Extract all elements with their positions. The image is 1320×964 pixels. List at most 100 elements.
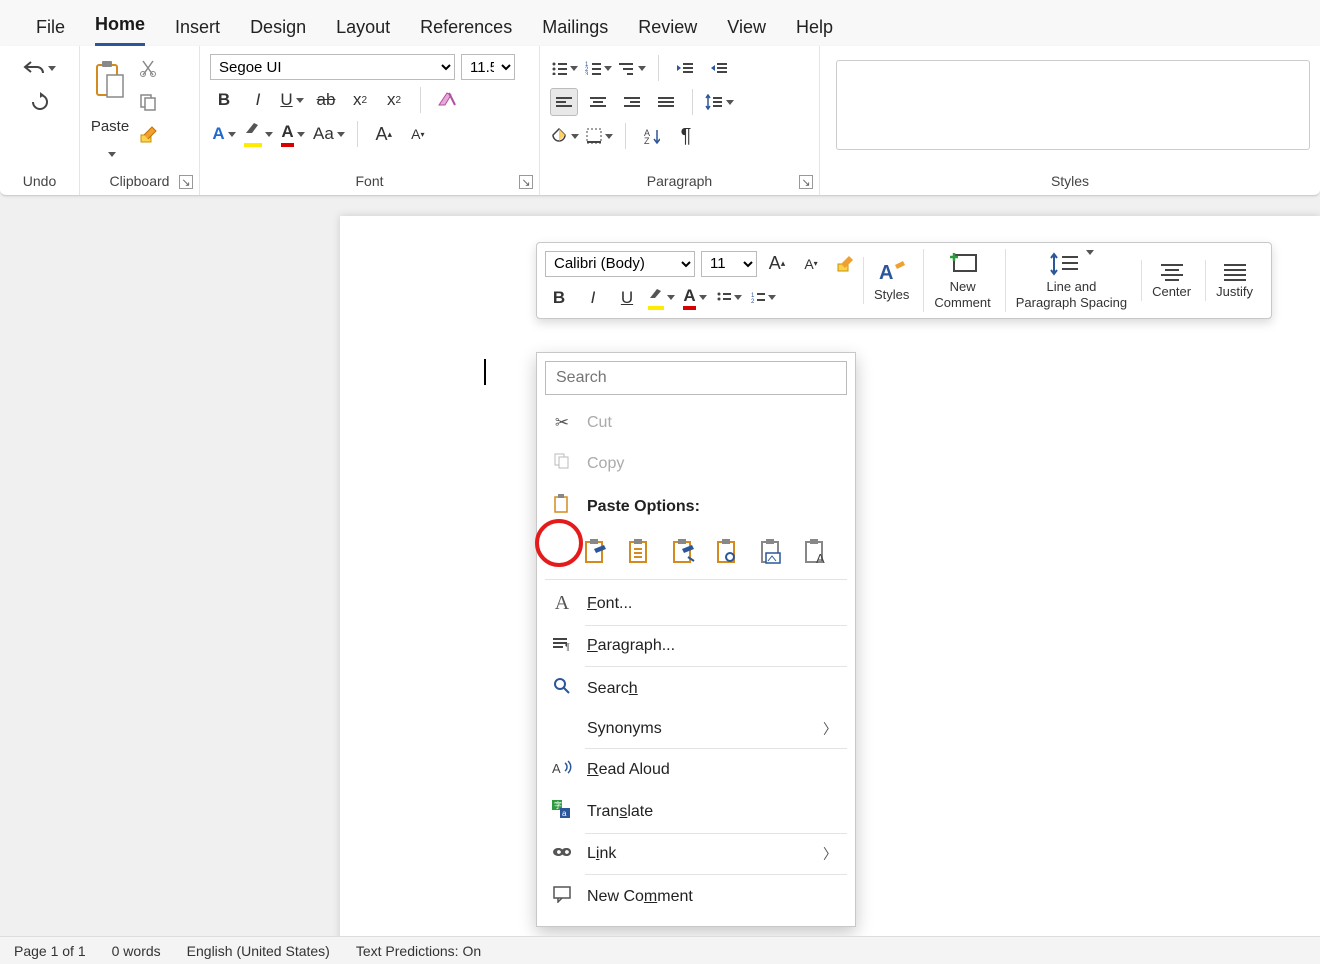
strikethrough-button[interactable]: ab bbox=[312, 86, 340, 114]
tab-mailings[interactable]: Mailings bbox=[542, 17, 608, 46]
line-spacing-button[interactable] bbox=[705, 88, 734, 116]
status-predictions[interactable]: Text Predictions: On bbox=[356, 943, 481, 959]
mini-font-name[interactable]: Calibri (Body) bbox=[545, 251, 695, 277]
mini-shrink-font[interactable]: A▾ bbox=[797, 250, 825, 278]
paste-keep-source-formatting[interactable] bbox=[581, 537, 611, 567]
mini-styles[interactable]: A Styles bbox=[863, 257, 919, 305]
borders-button[interactable] bbox=[585, 122, 613, 150]
ctx-copy: Copy bbox=[545, 443, 847, 484]
paste-dropdown[interactable] bbox=[102, 146, 118, 162]
format-painter-button[interactable] bbox=[134, 122, 162, 150]
search-icon bbox=[551, 677, 573, 700]
group-undo: Undo bbox=[0, 46, 80, 195]
mini-line-spacing[interactable]: Line and Paragraph Spacing bbox=[1005, 249, 1137, 312]
ctx-synonyms[interactable]: Synonyms 〉 bbox=[545, 710, 847, 748]
clipboard-dialog-launcher[interactable]: ↘ bbox=[179, 175, 193, 189]
mini-bullets[interactable] bbox=[715, 284, 743, 312]
svg-text:A: A bbox=[816, 551, 825, 565]
mini-numbering[interactable]: 12 bbox=[749, 284, 777, 312]
tab-review[interactable]: Review bbox=[638, 17, 697, 46]
italic-button[interactable]: I bbox=[244, 86, 272, 114]
text-effects-button[interactable]: A bbox=[210, 120, 238, 148]
paste-button[interactable] bbox=[90, 54, 130, 106]
group-clipboard: Paste Clipboard ↘ bbox=[80, 46, 200, 195]
ctx-font[interactable]: A Font... bbox=[545, 582, 847, 625]
paste-merge-formatting[interactable] bbox=[625, 537, 655, 567]
context-search-input[interactable] bbox=[545, 361, 847, 395]
font-size-select[interactable]: 11.5 bbox=[461, 54, 515, 80]
group-label-paragraph: Paragraph bbox=[550, 169, 809, 191]
tab-insert[interactable]: Insert bbox=[175, 17, 220, 46]
mini-format-painter[interactable] bbox=[831, 250, 859, 278]
decrease-indent-button[interactable] bbox=[671, 54, 699, 82]
status-bar: Page 1 of 1 0 words English (United Stat… bbox=[0, 936, 1320, 964]
styles-gallery[interactable] bbox=[836, 60, 1310, 150]
sort-button[interactable]: AZ bbox=[638, 122, 666, 150]
ctx-paragraph[interactable]: ¶ Paragraph... bbox=[545, 626, 847, 666]
svg-text:A: A bbox=[879, 262, 893, 284]
align-center-button[interactable] bbox=[584, 88, 612, 116]
undo-button[interactable] bbox=[23, 54, 56, 82]
align-right-button[interactable] bbox=[618, 88, 646, 116]
paste-label[interactable]: Paste bbox=[91, 112, 129, 140]
ctx-translate[interactable]: 字a Translate bbox=[545, 790, 847, 833]
ctx-new-comment[interactable]: New Comment bbox=[545, 875, 847, 918]
tab-references[interactable]: References bbox=[420, 17, 512, 46]
tab-help[interactable]: Help bbox=[796, 17, 833, 46]
mini-font-color[interactable]: A bbox=[681, 284, 709, 312]
increase-indent-button[interactable] bbox=[705, 54, 733, 82]
tab-home[interactable]: Home bbox=[95, 14, 145, 46]
mini-grow-font[interactable]: A▴ bbox=[763, 250, 791, 278]
mini-justify[interactable]: Justify bbox=[1205, 260, 1263, 302]
svg-text:2: 2 bbox=[751, 299, 755, 304]
tab-design[interactable]: Design bbox=[250, 17, 306, 46]
ctx-link[interactable]: Link 〉 bbox=[545, 834, 847, 874]
mini-new-comment[interactable]: New Comment bbox=[923, 249, 1000, 312]
cut-button[interactable] bbox=[134, 54, 162, 82]
repeat-button[interactable] bbox=[26, 88, 54, 116]
multilevel-list-button[interactable] bbox=[618, 54, 646, 82]
paste-as-picture[interactable] bbox=[757, 537, 787, 567]
mini-bold[interactable]: B bbox=[545, 284, 573, 312]
tab-view[interactable]: View bbox=[727, 17, 766, 46]
status-words[interactable]: 0 words bbox=[112, 943, 161, 959]
superscript-button[interactable]: x2 bbox=[380, 86, 408, 114]
svg-text:Z: Z bbox=[644, 136, 650, 144]
ctx-search[interactable]: Search bbox=[545, 667, 847, 710]
bold-button[interactable]: B bbox=[210, 86, 238, 114]
numbering-button[interactable]: 123 bbox=[584, 54, 612, 82]
translate-icon: 字a bbox=[551, 800, 573, 823]
font-dialog-launcher[interactable]: ↘ bbox=[519, 175, 533, 189]
shading-button[interactable] bbox=[550, 122, 579, 150]
bullets-button[interactable] bbox=[550, 54, 578, 82]
status-page[interactable]: Page 1 of 1 bbox=[14, 943, 86, 959]
paste-link-option[interactable] bbox=[713, 537, 743, 567]
paste-picture-option[interactable] bbox=[669, 537, 699, 567]
show-marks-button[interactable]: ¶ bbox=[672, 122, 700, 150]
underline-button[interactable]: U bbox=[278, 86, 306, 114]
subscript-button[interactable]: x2 bbox=[346, 86, 374, 114]
highlight-button[interactable] bbox=[244, 120, 273, 148]
mini-underline[interactable]: U bbox=[613, 284, 641, 312]
group-paragraph: 123 AZ ¶ Paragraph bbox=[540, 46, 820, 195]
mini-font-size[interactable]: 11 bbox=[701, 251, 757, 277]
clear-formatting-button[interactable] bbox=[433, 86, 461, 114]
tab-file[interactable]: File bbox=[36, 17, 65, 46]
shrink-font-button[interactable]: A▾ bbox=[404, 120, 432, 148]
mini-center[interactable]: Center bbox=[1141, 260, 1201, 302]
font-name-select[interactable]: Segoe UI bbox=[210, 54, 455, 80]
mini-toolbar: Calibri (Body) 11 A▴ A▾ B I U A 12 A Sty… bbox=[536, 242, 1272, 319]
status-language[interactable]: English (United States) bbox=[187, 943, 330, 959]
mini-italic[interactable]: I bbox=[579, 284, 607, 312]
grow-font-button[interactable]: A▴ bbox=[370, 120, 398, 148]
align-left-button[interactable] bbox=[550, 88, 578, 116]
paragraph-dialog-launcher[interactable]: ↘ bbox=[799, 175, 813, 189]
ctx-read-aloud[interactable]: A Read Aloud bbox=[545, 749, 847, 790]
change-case-button[interactable]: Aa bbox=[313, 120, 345, 148]
mini-highlight[interactable] bbox=[647, 284, 675, 312]
paste-text-only[interactable]: A bbox=[801, 537, 831, 567]
tab-layout[interactable]: Layout bbox=[336, 17, 390, 46]
copy-button[interactable] bbox=[134, 88, 162, 116]
align-justify-button[interactable] bbox=[652, 88, 680, 116]
font-color-button[interactable]: A bbox=[279, 120, 307, 148]
